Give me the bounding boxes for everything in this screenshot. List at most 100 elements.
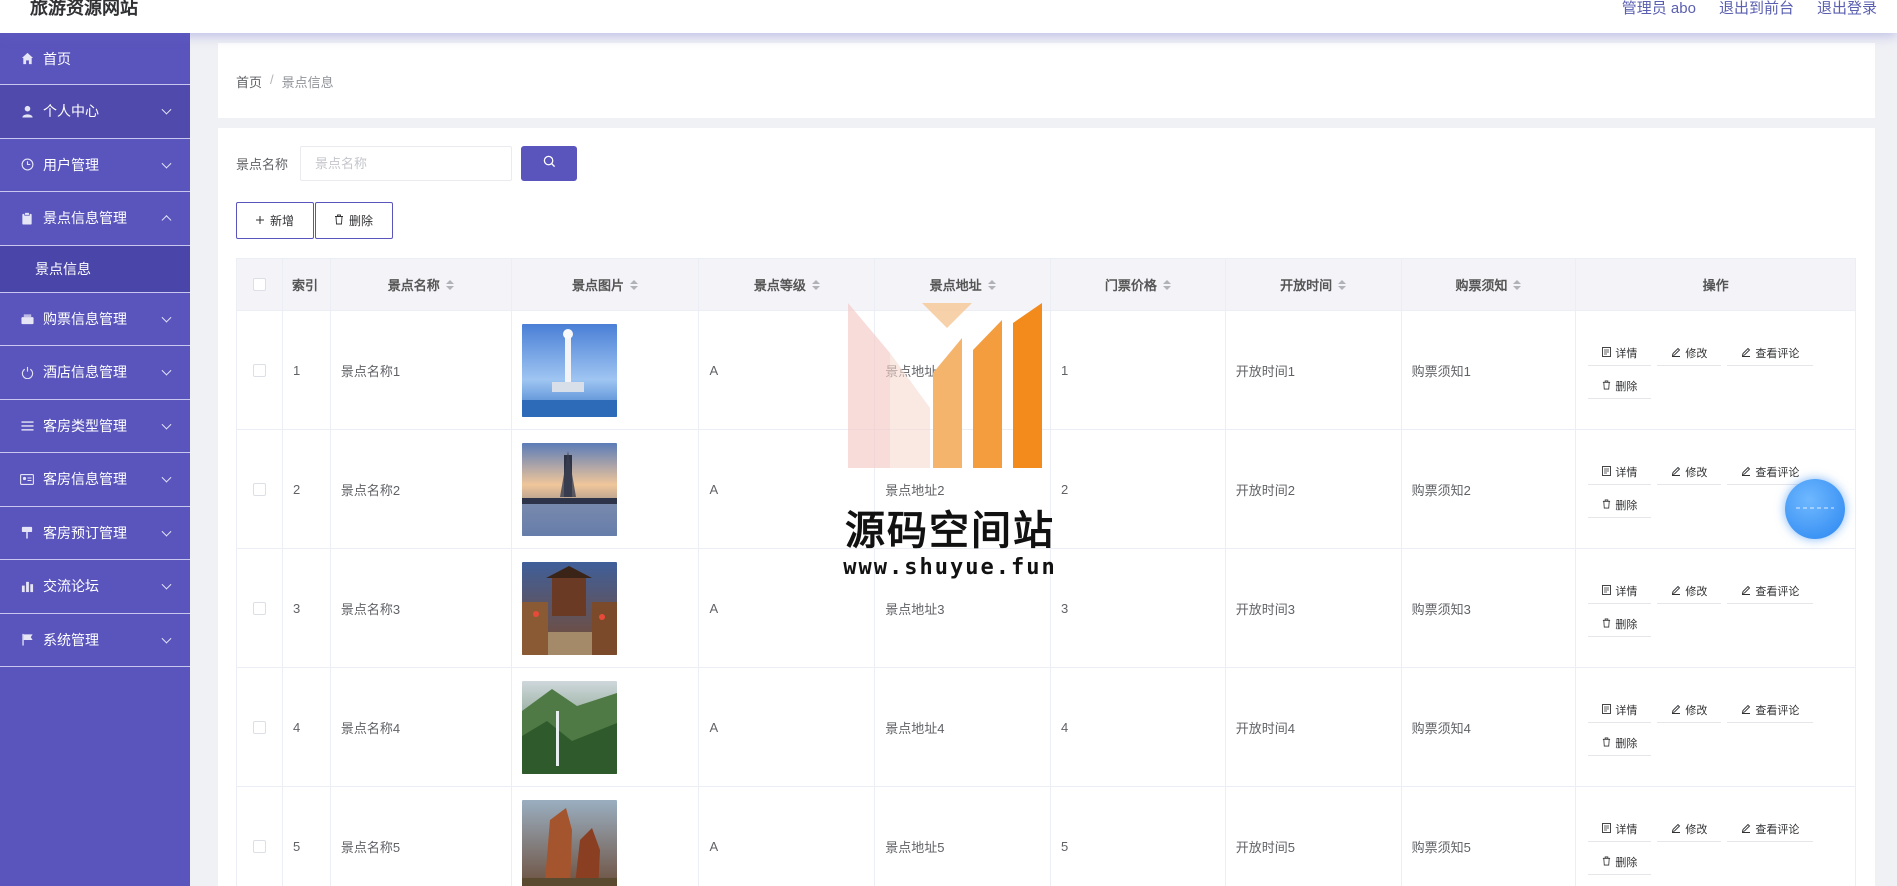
content-card: 景点名称 新增 删除 索引 景点名称 景点图片 <box>218 128 1875 886</box>
row-checkbox[interactable] <box>252 482 266 496</box>
search-input[interactable] <box>300 146 513 181</box>
chevron-up-icon <box>161 215 172 226</box>
table-header: 索引 景点名称 景点图片 景点等级 景点地址 门票价格 开放时间 购票须知 操作 <box>237 259 1855 311</box>
flag-icon <box>20 633 34 647</box>
sidebar-item-home[interactable]: 首页 <box>0 33 190 85</box>
column-header-open-time[interactable]: 开放时间 <box>1226 259 1402 310</box>
row-checkbox[interactable] <box>252 363 266 377</box>
cell-open-time: 开放时间5 <box>1226 787 1402 886</box>
bulk-delete-button[interactable]: 删除 <box>315 202 393 239</box>
detail-button[interactable]: 详情 <box>1588 341 1652 366</box>
view-comments-button[interactable]: 查看评论 <box>1727 579 1814 604</box>
view-comments-button[interactable]: 查看评论 <box>1727 698 1814 723</box>
comments-label: 查看评论 <box>1755 348 1800 360</box>
admin-label[interactable]: 管理员 abo <box>1622 0 1696 18</box>
view-comments-button[interactable]: 查看评论 <box>1727 341 1814 366</box>
scenic-thumbnail[interactable] <box>521 323 617 417</box>
select-all-checkbox[interactable] <box>252 278 266 291</box>
cell-level: A <box>699 549 876 667</box>
column-header-image[interactable]: 景点图片 <box>512 259 700 310</box>
cell-index: 5 <box>283 787 331 886</box>
column-label: 索引 <box>291 278 318 293</box>
edit-button[interactable]: 修改 <box>1657 579 1722 604</box>
floating-assistant-button[interactable] <box>1785 479 1845 539</box>
edit-button[interactable]: 修改 <box>1657 341 1722 366</box>
column-header-notice[interactable]: 购票须知 <box>1402 259 1577 310</box>
column-label: 开放时间 <box>1280 278 1333 293</box>
edit-button[interactable]: 修改 <box>1657 460 1722 485</box>
cell-image <box>512 787 700 886</box>
comments-label: 查看评论 <box>1755 824 1800 836</box>
sort-icon[interactable] <box>445 279 454 290</box>
detail-button[interactable]: 详情 <box>1588 698 1652 723</box>
pencil-icon <box>1741 347 1751 360</box>
dashes-icon <box>1793 500 1837 518</box>
frontend-link[interactable]: 退出到前台 <box>1719 0 1794 18</box>
column-header-name[interactable]: 景点名称 <box>331 259 512 310</box>
sidebar-item-scenic[interactable]: 景点信息管理 <box>0 192 190 246</box>
sidebar-item-rooms[interactable]: 客房信息管理 <box>0 453 190 507</box>
sidebar-item-tickets[interactable]: 购票信息管理 <box>0 293 190 346</box>
sidebar-item-personal[interactable]: 个人中心 <box>0 85 190 139</box>
sidebar-item-room-types[interactable]: 客房类型管理 <box>0 400 190 453</box>
power-icon <box>20 365 34 379</box>
delete-label: 删除 <box>1615 500 1638 512</box>
delete-button[interactable]: 删除 <box>1588 374 1652 399</box>
action-row: 新增 删除 <box>236 202 393 239</box>
add-button[interactable]: 新增 <box>236 202 314 239</box>
sort-icon[interactable] <box>811 279 820 290</box>
sort-icon[interactable] <box>1513 279 1522 290</box>
scenic-thumbnail[interactable] <box>521 799 617 886</box>
column-header-operations: 操作 <box>1576 259 1855 310</box>
sort-icon[interactable] <box>987 279 996 290</box>
edit-button[interactable]: 修改 <box>1657 698 1722 723</box>
edit-button[interactable]: 修改 <box>1657 817 1722 842</box>
sort-icon[interactable] <box>1162 279 1171 290</box>
sidebar-item-label: 交流论坛 <box>43 578 99 595</box>
document-icon <box>1602 465 1612 479</box>
cell-price: 3 <box>1051 549 1226 667</box>
sidebar-item-hotels[interactable]: 酒店信息管理 <box>0 346 190 400</box>
comments-label: 查看评论 <box>1755 586 1800 598</box>
list-icon <box>20 419 34 433</box>
column-header-level[interactable]: 景点等级 <box>699 259 876 310</box>
scenic-thumbnail[interactable] <box>521 680 617 774</box>
logout-link[interactable]: 退出登录 <box>1817 0 1877 18</box>
delete-button[interactable]: 删除 <box>1588 612 1652 637</box>
row-checkbox[interactable] <box>252 839 266 853</box>
row-checkbox-cell <box>237 668 283 786</box>
edit-label: 修改 <box>1685 586 1708 598</box>
sort-icon[interactable] <box>630 279 639 290</box>
sidebar-item-system[interactable]: 系统管理 <box>0 614 190 667</box>
view-comments-button[interactable]: 查看评论 <box>1727 817 1814 842</box>
sidebar-item-bookings[interactable]: 客房预订管理 <box>0 507 190 560</box>
delete-button[interactable]: 删除 <box>1588 850 1652 875</box>
pencil-icon <box>1741 466 1751 479</box>
breadcrumb-current: 景点信息 <box>281 75 334 90</box>
cell-open-time: 开放时间2 <box>1226 430 1402 548</box>
edit-label: 修改 <box>1685 705 1708 717</box>
sidebar-item-label: 客房预订管理 <box>43 524 127 541</box>
row-checkbox[interactable] <box>252 720 266 734</box>
sidebar-item-forum[interactable]: 交流论坛 <box>0 560 190 614</box>
column-header-price[interactable]: 门票价格 <box>1051 259 1226 310</box>
detail-button[interactable]: 详情 <box>1588 460 1652 485</box>
cell-name: 景点名称5 <box>331 787 512 886</box>
row-checkbox[interactable] <box>252 601 266 615</box>
sidebar-subitem-scenic-info[interactable]: 景点信息 <box>0 245 190 293</box>
delete-label: 删除 <box>1615 381 1638 393</box>
detail-button[interactable]: 详情 <box>1588 579 1652 604</box>
column-header-address[interactable]: 景点地址 <box>875 259 1051 310</box>
breadcrumb-home[interactable]: 首页 <box>236 72 262 91</box>
delete-button[interactable]: 删除 <box>1588 493 1652 518</box>
breadcrumb: 首页 / 景点信息 <box>236 72 334 91</box>
detail-button[interactable]: 详情 <box>1588 817 1652 842</box>
document-icon <box>1602 584 1612 598</box>
delete-button[interactable]: 删除 <box>1588 731 1652 756</box>
scenic-thumbnail[interactable] <box>521 561 617 655</box>
search-button[interactable] <box>521 146 578 181</box>
edit-label: 修改 <box>1685 824 1708 836</box>
sort-icon[interactable] <box>1338 279 1347 290</box>
sidebar-item-users[interactable]: 用户管理 <box>0 139 190 192</box>
scenic-thumbnail[interactable] <box>521 442 617 536</box>
